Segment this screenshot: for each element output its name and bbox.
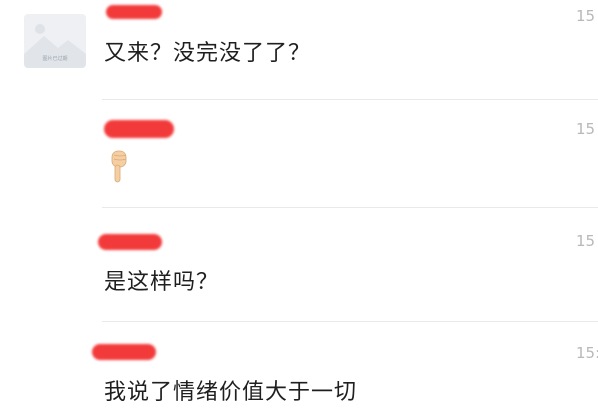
message-time: 15 xyxy=(576,232,596,250)
message-time: 15: xyxy=(576,344,598,362)
pointing-down-hand-icon xyxy=(111,150,127,183)
redacted-sender-name xyxy=(92,344,156,360)
redacted-sender-name xyxy=(106,5,162,19)
message-text: 又来？没完没了了？ xyxy=(104,41,312,66)
message-text: 我说了情绪价值大于一切 xyxy=(104,380,358,405)
message-item[interactable]: 15 又来？没完没了了？ xyxy=(0,0,598,100)
message-item[interactable]: 15 xyxy=(0,100,598,208)
message-item[interactable]: 15 是这样吗？ xyxy=(0,208,598,321)
chat-history: 图片已过期 15 又来？没完没了了？ 15 15 是这样吗？ 15: 我说了情绪… xyxy=(0,0,598,418)
redacted-sender-name xyxy=(98,234,162,250)
message-text: 是这样吗？ xyxy=(104,270,220,295)
message-time: 15 xyxy=(576,120,596,138)
message-item[interactable]: 15: 我说了情绪价值大于一切 xyxy=(0,322,598,418)
redacted-sender-name xyxy=(104,120,174,138)
message-time: 15 xyxy=(576,7,596,25)
